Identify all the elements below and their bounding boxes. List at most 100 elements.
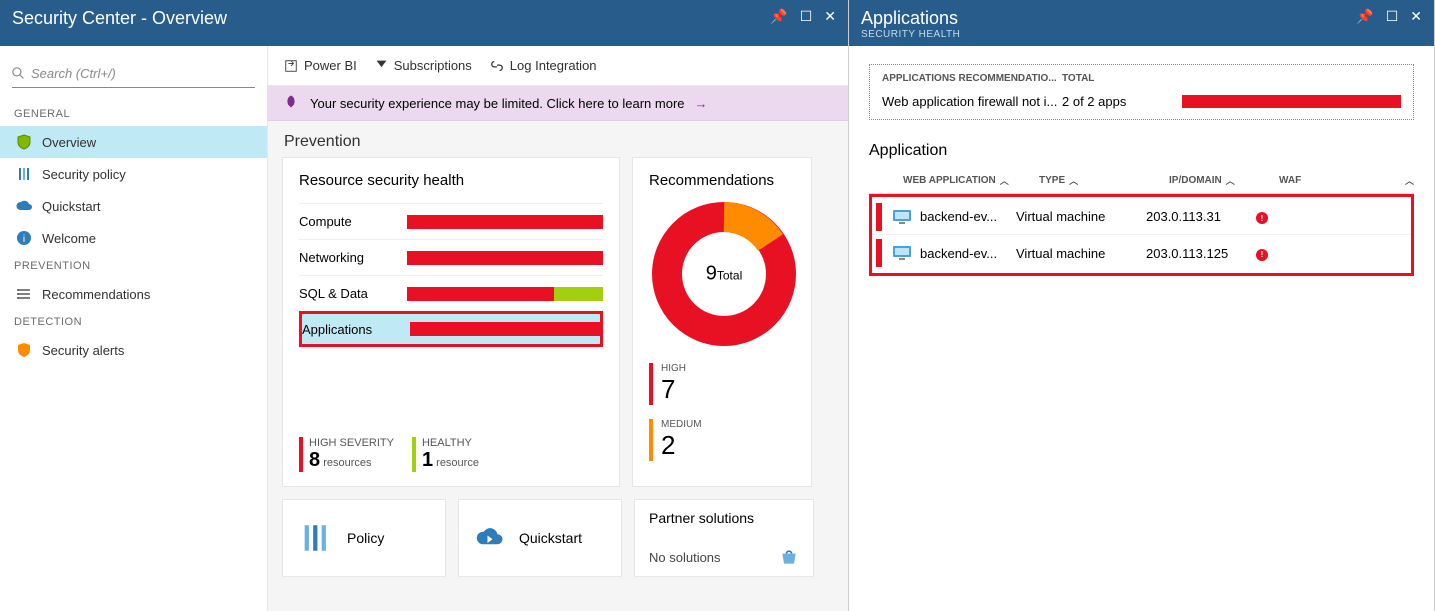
cloud-icon (475, 526, 505, 550)
arrow-right-icon: → (695, 96, 708, 111)
toolbar: Power BI Subscriptions Log Integration (268, 46, 848, 86)
medium-stat: MEDIUM 2 (649, 419, 795, 461)
resource-label: Compute (299, 214, 395, 229)
health-bar (407, 215, 603, 229)
bag-icon (779, 548, 799, 566)
severity-bar (1182, 95, 1401, 108)
sidebar-item-security-alerts[interactable]: Security alerts (0, 334, 267, 366)
health-bar (407, 287, 603, 301)
prevention-title: Prevention (268, 121, 848, 157)
vm-icon (892, 209, 912, 225)
nav-icon: i (16, 230, 32, 246)
nav-group-label: PREVENTION (0, 254, 267, 278)
resource-row-compute[interactable]: Compute (299, 203, 603, 239)
app-type: Virtual machine (1016, 246, 1146, 261)
nav-label: Recommendations (42, 287, 150, 302)
sidebar-item-welcome[interactable]: i Welcome (0, 222, 267, 254)
sidebar: Search (Ctrl+/) GENERAL Overview Security … (0, 46, 268, 611)
close-icon[interactable]: ✕ (824, 8, 836, 25)
info-banner[interactable]: Your security experience may be limited.… (268, 86, 848, 121)
col-type[interactable]: TYPE ︿ (1039, 174, 1169, 187)
recommendations-table: APPLICATIONS RECOMMENDATIO... TOTAL Web … (869, 64, 1414, 120)
partner-status: No solutions (649, 550, 721, 565)
col-total: TOTAL (1062, 73, 1182, 84)
rocket-icon (282, 94, 300, 112)
search-input[interactable]: Search (Ctrl+/) (12, 60, 255, 88)
nav-label: Security alerts (42, 343, 124, 358)
col-ip-domain[interactable]: IP/DOMAIN ︿ (1169, 174, 1279, 187)
resource-row-applications[interactable]: Applications (299, 311, 603, 347)
alert-icon: ! (1256, 249, 1268, 261)
subscriptions-button[interactable]: Subscriptions (375, 58, 472, 73)
pin-icon[interactable]: 📌 (1356, 8, 1373, 25)
recommendation-row[interactable]: Web application firewall not i... 2 of 2… (870, 88, 1413, 115)
severity-indicator (876, 239, 882, 267)
app-name: backend-ev... (920, 246, 1016, 261)
resource-row-sql-data[interactable]: SQL & Data (299, 275, 603, 311)
powerbi-button[interactable]: Power BI (284, 58, 357, 73)
sidebar-item-overview[interactable]: Overview (0, 126, 267, 158)
nav-label: Overview (42, 135, 96, 150)
nav-group-label: DETECTION (0, 310, 267, 334)
blade-header: Applications SECURITY HEALTH 📌 ☐ ✕ (849, 0, 1434, 46)
resource-row-networking[interactable]: Networking (299, 239, 603, 275)
main-content: Power BI Subscriptions Log Integration Y… (268, 46, 848, 611)
close-icon[interactable]: ✕ (1410, 8, 1422, 25)
quickstart-tile[interactable]: Quickstart (458, 499, 622, 577)
nav-label: Quickstart (42, 199, 101, 214)
healthy-stat: HEALTHY 1 resource (412, 437, 479, 472)
alert-icon: ! (1256, 212, 1268, 224)
col-waf[interactable]: WAF (1279, 174, 1339, 187)
partner-solutions-tile[interactable]: Partner solutions No solutions (634, 499, 814, 577)
nav-label: Welcome (42, 231, 96, 246)
sidebar-item-recommendations[interactable]: Recommendations (0, 278, 267, 310)
nav-icon (16, 134, 32, 150)
nav-label: Security policy (42, 167, 126, 182)
application-row[interactable]: backend-ev...Virtual machine203.0.113.12… (872, 235, 1411, 271)
app-ip: 203.0.113.125 (1146, 246, 1256, 261)
vm-icon (892, 245, 912, 261)
recommendations-card[interactable]: Recommendations 9Total HIGH 7 MEDIUM (632, 157, 812, 487)
sidebar-item-quickstart[interactable]: Quickstart (0, 190, 267, 222)
sort-icon: ︿ (1069, 174, 1078, 187)
rsh-title: Resource security health (299, 172, 603, 189)
pin-icon[interactable]: 📌 (770, 8, 787, 25)
search-placeholder: Search (Ctrl+/) (31, 66, 116, 81)
maximize-icon[interactable]: ☐ (1386, 8, 1399, 25)
col-web-application[interactable]: WEB APPLICATION ︿ (869, 174, 1039, 187)
nav-icon (16, 198, 32, 214)
app-table-header: WEB APPLICATION ︿ TYPE ︿ IP/DOMAIN ︿ WAF… (869, 168, 1414, 194)
sidebar-item-security-policy[interactable]: Security policy (0, 158, 267, 190)
blade-header: Security Center - Overview 📌 ☐ ✕ (0, 0, 848, 46)
sort-icon: ︿ (1226, 174, 1235, 187)
blade-title: Applications (861, 8, 958, 29)
resource-label: Networking (299, 250, 395, 265)
nav-icon (16, 166, 32, 182)
resource-label: Applications (302, 322, 398, 337)
app-waf: ! (1256, 209, 1316, 225)
rec-title: Recommendations (649, 172, 795, 189)
high-severity-stat: HIGH SEVERITY 8 resources (299, 437, 394, 472)
nav-icon (16, 286, 32, 302)
log-integration-button[interactable]: Log Integration (490, 58, 597, 73)
nav-group-label: GENERAL (0, 102, 267, 126)
policy-icon (299, 521, 333, 555)
security-center-blade: Security Center - Overview 📌 ☐ ✕ Search … (0, 0, 849, 611)
blade-title: Security Center - Overview (12, 8, 227, 29)
applications-blade: Applications SECURITY HEALTH 📌 ☐ ✕ APPLI… (849, 0, 1435, 611)
app-name: backend-ev... (920, 209, 1016, 224)
app-rows-highlight-box: backend-ev...Virtual machine203.0.113.31… (869, 194, 1414, 276)
banner-text: Your security experience may be limited.… (310, 96, 685, 111)
app-ip: 203.0.113.31 (1146, 209, 1256, 224)
recommendations-donut: 9Total (649, 199, 799, 349)
severity-indicator (876, 203, 882, 231)
health-bar (410, 322, 600, 336)
blade-subtitle: SECURITY HEALTH (861, 29, 960, 40)
application-row[interactable]: backend-ev...Virtual machine203.0.113.31… (872, 199, 1411, 235)
policy-tile[interactable]: Policy (282, 499, 446, 577)
resource-label: SQL & Data (299, 286, 395, 301)
health-bar (407, 251, 603, 265)
app-waf: ! (1256, 245, 1316, 261)
maximize-icon[interactable]: ☐ (800, 8, 813, 25)
application-section-title: Application (869, 142, 1414, 160)
